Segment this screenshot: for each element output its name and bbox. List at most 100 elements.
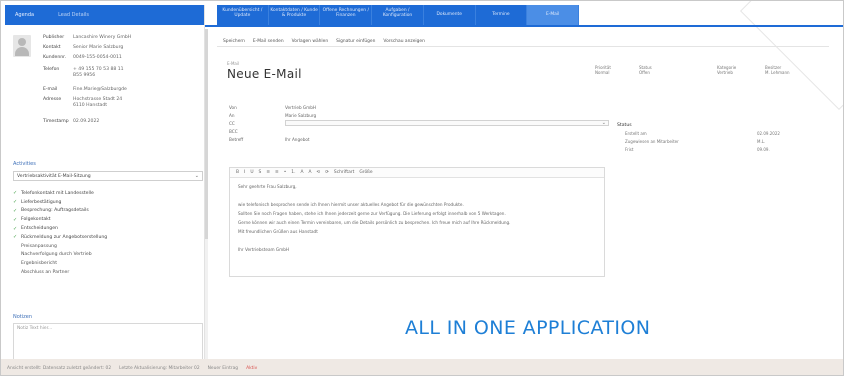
nav-item[interactable]: Kontaktdaten / Kunde & Produkte bbox=[269, 5, 321, 25]
from-field[interactable]: Vertrieb GmbH bbox=[285, 105, 609, 110]
toolbar-preview-button[interactable]: Vorschau anzeigen bbox=[383, 39, 424, 44]
tab-lead-details[interactable]: Lead Details bbox=[58, 12, 89, 18]
nav-item-active[interactable]: E-Mail bbox=[527, 5, 580, 25]
contact-row: Telefon + 49 155 70 53 88 11 B55 9956 bbox=[43, 67, 203, 79]
to-field[interactable]: Marie Salzburg bbox=[285, 113, 609, 118]
editor-line: Sollten Sie noch Fragen haben, stehe ich… bbox=[238, 211, 506, 216]
list-item[interactable]: Abschluss an Partner bbox=[13, 268, 203, 277]
form-row: Von Vertrieb GmbH bbox=[229, 103, 609, 111]
status-panel: Status Erstellt am 02.09.2022 Zugewiesen… bbox=[617, 123, 817, 155]
editor-toolbar: B I U S ≡ ≡ • 1. A A ⟲ ⟳ Schriftart Größ… bbox=[230, 168, 604, 178]
notes-placeholder: Notiz Text hier... bbox=[17, 326, 53, 331]
toolbar-signature-button[interactable]: Signatur einfügen bbox=[336, 39, 375, 44]
contact-address: Hochstrasse Stadt 24 6110 Hanstadt bbox=[73, 97, 123, 108]
cc-dropdown[interactable]: ⌄ bbox=[285, 120, 609, 126]
list-item[interactable]: ✓ Rückmeldung zur Angebotserstellung bbox=[13, 233, 203, 242]
left-tabs: Agenda Lead Details bbox=[5, 5, 204, 25]
chevron-down-icon: ⌄ bbox=[601, 120, 606, 126]
contact-row: Publisher Lancashire Winery GmbH bbox=[43, 35, 203, 41]
bullet-list-icon[interactable]: • bbox=[284, 170, 287, 175]
status-label: Erstellt am bbox=[625, 131, 647, 136]
redo-icon[interactable]: ⟳ bbox=[325, 170, 329, 175]
align-left-icon[interactable]: ≡ bbox=[266, 170, 270, 175]
undo-icon[interactable]: ⟲ bbox=[317, 170, 321, 175]
status-bar-value: Aktiv bbox=[246, 365, 258, 371]
contact-row: Timestamp 02.09.2022 bbox=[43, 119, 203, 125]
nav-item[interactable]: Offene Rechnungen / Finanzen bbox=[320, 5, 373, 25]
contact-label: Kundennr. bbox=[43, 55, 67, 60]
contact-info: Publisher Lancashire Winery GmbH Kontakt… bbox=[43, 35, 203, 129]
activity-select-value: Vertriebsaktivität E-Mail-Sitzung bbox=[17, 174, 91, 179]
status-value: 02.09.2022 bbox=[757, 131, 780, 136]
activities-heading: Activities bbox=[13, 161, 36, 167]
header-field: Status Offen bbox=[639, 65, 652, 75]
contact-value: Senior Marie Salzburg bbox=[73, 45, 124, 50]
font-family-select[interactable]: Schriftart bbox=[334, 170, 354, 175]
form-label: An bbox=[229, 112, 235, 118]
font-size-select[interactable]: Größe bbox=[359, 170, 372, 175]
editor-line: Sehr geehrte Frau Salzburg, bbox=[238, 184, 297, 189]
contact-phone[interactable]: + 49 155 70 53 88 11 B55 9956 bbox=[73, 67, 133, 79]
editor-line: Mit freundlichen Grüßen aus Hanstadt bbox=[238, 229, 318, 234]
editor-body[interactable]: Sehr geehrte Frau Salzburg, wie telefoni… bbox=[230, 178, 604, 258]
contact-row: E-mail Fine.Marie@Salzburgde bbox=[43, 87, 203, 93]
top-navigation: Kundenübersicht / Update Kontaktdaten / … bbox=[217, 5, 580, 25]
list-item[interactable]: ✓ Besprechung: Auftragsdetails bbox=[13, 207, 203, 216]
status-row: Zugewiesen an Mitarbeiter M.L. bbox=[617, 139, 817, 147]
main-content: Speichern E-Mail senden Vorlagen wählen … bbox=[217, 31, 829, 357]
list-item-label: Folgekontakt bbox=[21, 217, 51, 223]
list-item[interactable]: ✓ Entscheidungen bbox=[13, 224, 203, 233]
left-scrollbar[interactable] bbox=[205, 29, 208, 359]
toolbar-template-button[interactable]: Vorlagen wählen bbox=[292, 39, 329, 44]
italic-icon[interactable]: I bbox=[244, 170, 245, 175]
numbered-list-icon[interactable]: 1. bbox=[291, 170, 295, 175]
nav-item[interactable]: Aufgaben / Konfiguration bbox=[372, 5, 424, 25]
form-row: CC ⌄ bbox=[229, 119, 609, 127]
status-row: Frist 09.09. bbox=[617, 147, 817, 155]
highlight-icon[interactable]: A bbox=[309, 170, 312, 175]
list-item[interactable]: ✓ Folgekontakt bbox=[13, 215, 203, 224]
list-item[interactable]: ✓ Lieferbestätigung bbox=[13, 198, 203, 207]
header-field-value: Normal bbox=[595, 70, 610, 75]
list-item[interactable]: ✓ Telefonkontakt mit Landesstelle bbox=[13, 189, 203, 198]
font-color-icon[interactable]: A bbox=[301, 170, 304, 175]
contact-email[interactable]: Fine.Marie@Salzburgde bbox=[73, 87, 203, 93]
list-item[interactable]: Preisanpassung bbox=[13, 242, 203, 251]
left-panel: Agenda Lead Details Publisher Lancashire… bbox=[5, 5, 208, 363]
notes-textarea[interactable]: Notiz Text hier... bbox=[13, 323, 203, 363]
check-icon: ✓ bbox=[13, 199, 18, 206]
strikethrough-icon[interactable]: S bbox=[259, 170, 262, 175]
nav-item[interactable]: Kundenübersicht / Update bbox=[217, 5, 269, 25]
list-item-label: Besprechung: Auftragsdetails bbox=[21, 208, 89, 214]
notes-heading: Notizen bbox=[13, 314, 33, 320]
email-form: Von Vertrieb GmbH An Marie Salzburg CC ⌄… bbox=[229, 103, 609, 143]
status-value: M.L. bbox=[757, 139, 766, 144]
list-item[interactable]: Nachverfolgung durch Vertrieb bbox=[13, 251, 203, 260]
check-icon: ✓ bbox=[13, 207, 18, 214]
subject-field[interactable]: Ihr Angebot bbox=[285, 137, 609, 142]
list-item-label: Telefonkontakt mit Landesstelle bbox=[21, 190, 94, 196]
list-item[interactable]: Ergebnisbericht bbox=[13, 259, 203, 268]
bold-icon[interactable]: B bbox=[236, 170, 239, 175]
nav-item[interactable]: Dokumente bbox=[424, 5, 476, 25]
toolbar-save-button[interactable]: Speichern bbox=[223, 39, 245, 44]
contact-avatar-icon bbox=[13, 35, 31, 57]
app-window: Agenda Lead Details Publisher Lancashire… bbox=[0, 0, 844, 376]
form-label: CC bbox=[229, 120, 235, 126]
contact-row: Adresse Hochstrasse Stadt 24 6110 Hansta… bbox=[43, 97, 203, 109]
form-row: An Marie Salzburg bbox=[229, 111, 609, 119]
align-center-icon[interactable]: ≡ bbox=[275, 170, 279, 175]
form-label: BCC bbox=[229, 128, 238, 134]
email-editor[interactable]: B I U S ≡ ≡ • 1. A A ⟲ ⟳ Schriftart Größ… bbox=[229, 167, 605, 277]
status-label: Zugewiesen an Mitarbeiter bbox=[625, 139, 679, 144]
underline-icon[interactable]: U bbox=[250, 170, 253, 175]
toolbar-send-button[interactable]: E-Mail senden bbox=[253, 39, 284, 44]
activity-checklist: ✓ Telefonkontakt mit Landesstelle ✓ Liefer… bbox=[13, 189, 203, 277]
tab-agenda[interactable]: Agenda bbox=[15, 12, 34, 18]
activity-select[interactable]: Vertriebsaktivität E-Mail-Sitzung ⌄ bbox=[13, 171, 203, 181]
status-bar-mid: Letzte Aktualisierung: Mitarbeiter 02 bbox=[119, 365, 200, 371]
chevron-down-icon: ⌄ bbox=[194, 173, 199, 179]
contact-label: E-mail bbox=[43, 87, 58, 92]
check-icon: ✓ bbox=[13, 225, 18, 232]
nav-item[interactable]: Termine bbox=[476, 5, 528, 25]
